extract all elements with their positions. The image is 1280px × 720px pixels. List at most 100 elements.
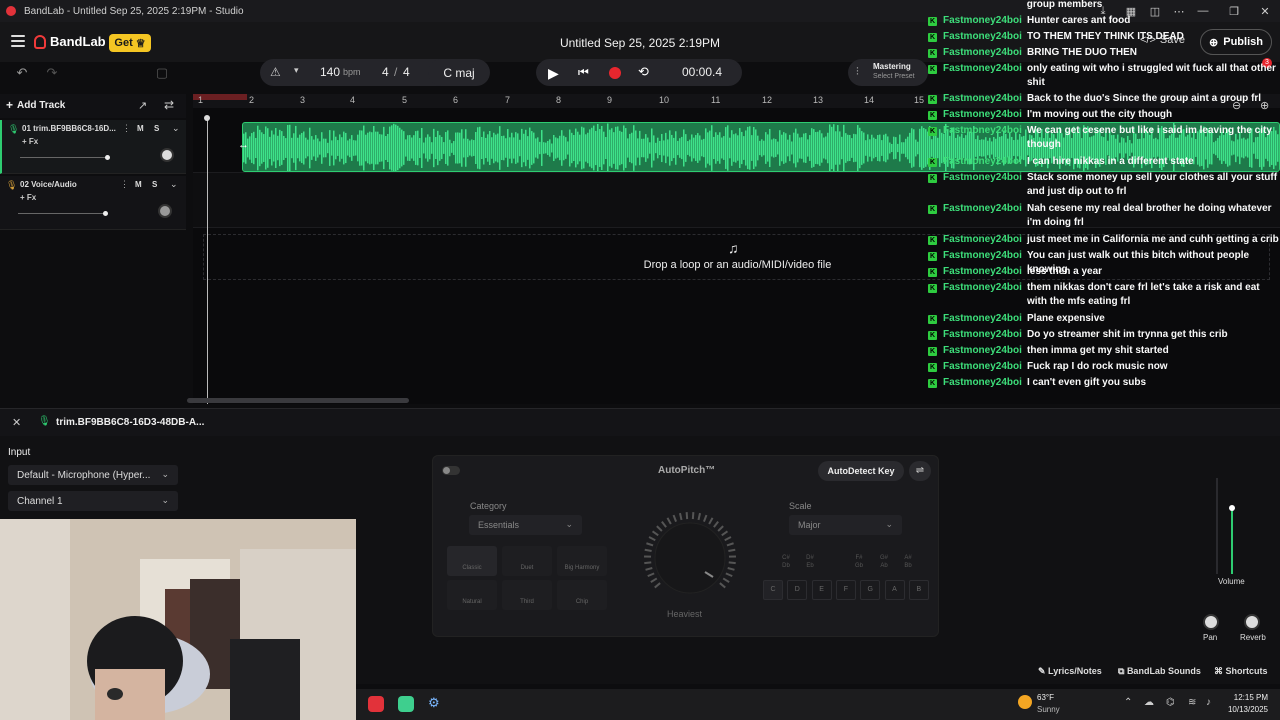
cloud-icon[interactable]: ☁ bbox=[1144, 697, 1154, 708]
note-key-e[interactable]: E bbox=[811, 580, 832, 600]
loop-icon[interactable]: ⟲ bbox=[638, 64, 649, 80]
sharp-key[interactable]: F# Gb bbox=[848, 554, 870, 572]
editor-track-name: trim.BF9BB6C8-16D3-48DB-A... bbox=[56, 417, 205, 428]
track-expand-icon[interactable]: ⌄ bbox=[172, 123, 180, 134]
bpm-value[interactable]: 140 bbox=[320, 65, 340, 79]
preset-duet[interactable]: Duet bbox=[502, 546, 552, 576]
metronome-icon[interactable]: ⚠ bbox=[270, 65, 281, 79]
menu-icon[interactable] bbox=[11, 35, 25, 50]
track-more-icon[interactable]: ⋮ bbox=[122, 123, 131, 134]
solo-button[interactable]: S bbox=[154, 124, 159, 133]
note-key-b[interactable]: B bbox=[908, 580, 929, 600]
note-key-d[interactable]: D bbox=[787, 580, 808, 600]
crown-icon: ♕ bbox=[135, 37, 146, 50]
play-icon[interactable]: ▶ bbox=[548, 65, 559, 82]
preset-natural[interactable]: Natural bbox=[447, 580, 497, 610]
note-key-g[interactable]: G bbox=[860, 580, 881, 600]
mute-button[interactable]: M bbox=[135, 180, 142, 189]
track-name-2[interactable]: 02 Voice/Audio bbox=[20, 180, 116, 189]
channel-dropdown[interactable]: Channel 1 ⌄ bbox=[8, 491, 178, 511]
save-state-icon: ▢ bbox=[155, 65, 169, 80]
tray-chevron-icon[interactable]: ⌃ bbox=[1124, 697, 1132, 708]
autodetect-key-button[interactable]: AutoDetect Key bbox=[818, 461, 904, 481]
autopitch-toggle[interactable] bbox=[442, 466, 460, 475]
track-name-1[interactable]: 01 trim.BF9BB6C8-16D... bbox=[22, 124, 118, 133]
add-fx-button[interactable]: + Fx bbox=[22, 137, 38, 146]
chat-line: K Fastmoney24boi only eating wit who i str… bbox=[924, 62, 1280, 90]
note-key-f[interactable]: F bbox=[835, 580, 856, 600]
chat-username: Fastmoney24boi bbox=[943, 345, 1022, 356]
skip-to-start-icon[interactable]: ⏮ bbox=[578, 65, 589, 80]
bandlab-sounds-link[interactable]: ⧉ BandLab Sounds bbox=[1118, 666, 1201, 677]
app-taskbar-icon[interactable] bbox=[398, 696, 414, 712]
time-sig-num[interactable]: 4 bbox=[382, 65, 389, 79]
note-key-c[interactable]: C bbox=[763, 580, 783, 600]
track-settings-icon[interactable]: ⇄ bbox=[164, 98, 174, 112]
playhead[interactable] bbox=[207, 118, 208, 404]
note-key-a[interactable]: A bbox=[884, 580, 905, 600]
mic-icon: 🎙 bbox=[8, 124, 20, 134]
sharp-key[interactable]: G# Ab bbox=[873, 554, 895, 572]
bandlab-taskbar-icon[interactable] bbox=[368, 696, 384, 712]
autopitch-knob[interactable] bbox=[637, 510, 747, 606]
add-fx-button[interactable]: + Fx bbox=[20, 193, 36, 202]
redo-icon[interactable]: ↷ bbox=[40, 61, 64, 85]
input-device-dropdown[interactable]: Default - Microphone (Hyper... ⌄ bbox=[8, 465, 178, 485]
project-title[interactable]: Untitled Sep 25, 2025 2:19PM bbox=[540, 36, 740, 50]
shortcuts-link[interactable]: ⌘ Shortcuts bbox=[1214, 666, 1268, 677]
chat-username: Fastmoney24boi bbox=[943, 377, 1022, 388]
add-track-button[interactable]: + Add Track bbox=[6, 98, 65, 112]
category-dropdown[interactable]: Essentials ⌄ bbox=[469, 515, 582, 535]
chat-message: Back to the duo's Since the group aint a… bbox=[1027, 93, 1262, 104]
undo-icon[interactable]: ↶ bbox=[10, 61, 34, 85]
track-pan-knob[interactable] bbox=[160, 148, 174, 162]
sharp-key[interactable]: C# Db bbox=[775, 554, 797, 572]
sharp-key[interactable]: A# Bb bbox=[897, 554, 919, 572]
metronome-chevron-icon[interactable]: ▾ bbox=[294, 65, 299, 76]
automation-icon[interactable]: ↗ bbox=[138, 99, 147, 112]
taskbar-date[interactable]: 10/13/2025 bbox=[1216, 705, 1268, 714]
track-volume-slider[interactable] bbox=[20, 155, 110, 160]
preset-big-harmony[interactable]: Big Harmony bbox=[557, 546, 607, 576]
settings-taskbar-icon[interactable]: ⚙ bbox=[428, 695, 440, 711]
solo-button[interactable]: S bbox=[152, 180, 157, 189]
chat-username: Fastmoney24boi bbox=[943, 329, 1022, 340]
record-button[interactable] bbox=[609, 67, 621, 79]
chat-line: K Fastmoney24boi TO THEM THEY THINK ITS DE… bbox=[924, 30, 1280, 44]
track-row-2[interactable]: 🎙 02 Voice/Audio ⋮ M S ⌄ + Fx bbox=[0, 176, 186, 230]
playhead-handle[interactable] bbox=[204, 115, 210, 121]
track-volume-slider[interactable] bbox=[18, 211, 108, 216]
close-editor-icon[interactable]: ✕ bbox=[12, 416, 21, 429]
key-selector[interactable]: C maj bbox=[428, 59, 490, 86]
horizontal-scrollbar[interactable] bbox=[187, 398, 409, 403]
time-sig-den[interactable]: 4 bbox=[403, 65, 410, 79]
stream-chat-overlay: group members K Fastmoney24boi Hunter care… bbox=[924, 0, 1280, 400]
track-pan-knob[interactable] bbox=[158, 204, 172, 218]
scale-label: Scale bbox=[789, 501, 812, 511]
kick-badge-icon: K bbox=[928, 252, 937, 261]
preset-classic[interactable]: Classic bbox=[447, 546, 497, 576]
track-row-1[interactable]: 🎙 01 trim.BF9BB6C8-16D... ⋮ M S ⌄ + Fx bbox=[0, 120, 186, 174]
preset-third[interactable]: Third bbox=[502, 580, 552, 610]
autopitch-settings-icon[interactable]: ⇌ bbox=[909, 461, 931, 481]
reverb-knob[interactable] bbox=[1244, 614, 1260, 630]
sharp-key[interactable]: D# Eb bbox=[799, 554, 821, 572]
lyrics-notes-link[interactable]: ✎ Lyrics/Notes bbox=[1038, 666, 1102, 677]
bandlab-logo[interactable]: BandLab bbox=[34, 34, 106, 49]
network-tray-icon[interactable]: ⌬ bbox=[1166, 697, 1175, 708]
preset-chip[interactable]: Chip bbox=[557, 580, 607, 610]
chat-username: Fastmoney24boi bbox=[943, 266, 1022, 277]
pan-knob[interactable] bbox=[1203, 614, 1219, 630]
wifi-icon[interactable]: ≋ bbox=[1188, 697, 1196, 708]
track-expand-icon[interactable]: ⌄ bbox=[170, 179, 178, 190]
playback-time: 00:00.4 bbox=[682, 65, 723, 79]
volume-icon[interactable]: ♪ bbox=[1206, 697, 1211, 708]
scale-dropdown[interactable]: Major ⌄ bbox=[789, 515, 902, 535]
tracks-header: + Add Track ↗ ⇄ bbox=[0, 94, 186, 118]
volume-slider-handle[interactable] bbox=[1229, 505, 1235, 511]
get-membership-button[interactable]: Get ♕ bbox=[109, 34, 151, 52]
mastering-button[interactable]: ⫶ Mastering Select Preset bbox=[848, 59, 928, 86]
taskbar-time[interactable]: 12:15 PM bbox=[1222, 693, 1268, 702]
track-more-icon[interactable]: ⋮ bbox=[120, 179, 129, 190]
mute-button[interactable]: M bbox=[137, 124, 144, 133]
